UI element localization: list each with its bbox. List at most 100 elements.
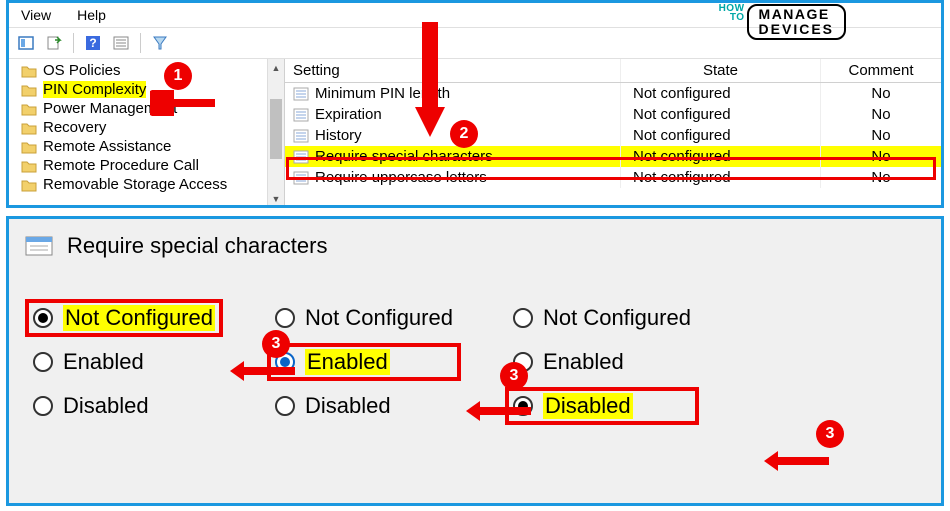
menu-view[interactable]: View — [17, 5, 55, 25]
dialog-title: Require special characters — [67, 233, 327, 259]
col-comment-header[interactable]: Comment — [821, 59, 941, 82]
logo-manage: MANAGE — [759, 7, 834, 22]
folder-icon — [21, 64, 37, 78]
highlight-box — [25, 299, 223, 337]
tree-item-recovery[interactable]: Recovery — [9, 118, 284, 137]
badge-1: 1 — [164, 62, 192, 90]
list-row[interactable]: Expiration Not configuredNo — [285, 104, 941, 125]
radio-icon — [33, 396, 53, 416]
radio-label: Disabled — [63, 393, 149, 419]
setting-comment: No — [821, 125, 941, 146]
arrow-3b — [466, 398, 536, 424]
radio-enabled[interactable]: Enabled — [275, 349, 453, 375]
radio-icon — [33, 352, 53, 372]
radio-disabled[interactable]: Disabled — [275, 393, 453, 419]
logo-devices: DEVICES — [759, 22, 834, 37]
tree-item-label: Removable Storage Access — [43, 176, 227, 193]
radio-disabled[interactable]: Disabled — [33, 393, 215, 419]
setting-comment: No — [821, 83, 941, 104]
folder-icon — [21, 140, 37, 154]
tree-scrollbar[interactable]: ▲ ▼ — [267, 59, 284, 207]
setting-comment: No — [821, 167, 941, 188]
tree-item-remote-procedure-call[interactable]: Remote Procedure Call — [9, 156, 284, 175]
arrow-1 — [150, 90, 220, 116]
radio-icon — [275, 308, 295, 328]
watermark-logo: HOW TO MANAGE DEVICES — [719, 4, 846, 40]
radio-label: Enabled — [543, 349, 624, 375]
policy-icon — [25, 234, 53, 258]
list-row[interactable]: History Not configuredNo — [285, 125, 941, 146]
setting-icon — [293, 129, 309, 143]
toolbar-props-icon[interactable] — [110, 32, 132, 54]
scroll-thumb[interactable] — [270, 99, 282, 159]
setting-name: History — [315, 127, 362, 144]
badge-3a: 3 — [262, 330, 290, 358]
tree-item-label: Remote Procedure Call — [43, 157, 199, 174]
radio-icon — [513, 308, 533, 328]
setting-state: Not configured — [621, 146, 821, 167]
radio-not-configured[interactable]: Not Configured — [33, 305, 215, 331]
logo-to: TO — [719, 13, 745, 22]
scroll-up-icon[interactable]: ▲ — [268, 59, 284, 76]
setting-name: Require uppercase letters — [315, 169, 487, 186]
tree-item-power-management[interactable]: Power Management — [9, 99, 284, 118]
list-row[interactable]: Require uppercase letters Not configuredN… — [285, 167, 941, 188]
badge-2: 2 — [450, 120, 478, 148]
arrow-3c — [764, 448, 834, 474]
radio-group: Not Configured Enabled Disabled — [33, 305, 215, 419]
radio-label: Not Configured — [305, 305, 453, 331]
setting-icon — [293, 108, 309, 122]
badge-3c: 3 — [816, 420, 844, 448]
folder-icon — [21, 102, 37, 116]
setting-state: Not configured — [621, 104, 821, 125]
setting-comment: No — [821, 146, 941, 167]
radio-icon — [275, 396, 295, 416]
radio-enabled[interactable]: Enabled — [33, 349, 215, 375]
setting-name: Expiration — [315, 106, 382, 123]
tree-item-label: OS Policies — [43, 62, 121, 79]
setting-icon — [293, 150, 309, 164]
arrow-3a — [230, 358, 300, 384]
nav-tree[interactable]: OS Policies PIN ComplexityPower Managemen… — [9, 59, 285, 207]
tree-item-remote-assistance[interactable]: Remote Assistance — [9, 137, 284, 156]
radio-not-configured[interactable]: Not Configured — [275, 305, 453, 331]
setting-state: Not configured — [621, 167, 821, 188]
setting-comment: No — [821, 104, 941, 125]
setting-state: Not configured — [621, 83, 821, 104]
tree-item-label: Remote Assistance — [43, 138, 171, 155]
radio-label: Not Configured — [543, 305, 691, 331]
arrow-2-down — [410, 22, 450, 142]
toolbar-back-icon[interactable] — [15, 32, 37, 54]
radio-label: Disabled — [305, 393, 391, 419]
setting-state: Not configured — [621, 125, 821, 146]
toolbar-filter-icon[interactable] — [149, 32, 171, 54]
tree-item-os-policies[interactable]: OS Policies — [9, 61, 284, 80]
col-state-header[interactable]: State — [621, 59, 821, 82]
tree-item-label: PIN Complexity — [43, 81, 146, 98]
badge-3b: 3 — [500, 362, 528, 390]
folder-icon — [21, 178, 37, 192]
settings-list: Setting State Comment Minimum PIN length… — [285, 59, 941, 207]
list-row[interactable]: Minimum PIN lengthNot configuredNo — [285, 83, 941, 104]
svg-text:?: ? — [89, 36, 96, 50]
radio-label: Enabled — [63, 349, 144, 375]
list-header: Setting State Comment — [285, 59, 941, 83]
radio-group: Not Configured Enabled Disabled — [275, 305, 453, 419]
col-setting-header[interactable]: Setting — [285, 59, 621, 82]
toolbar-help-icon[interactable]: ? — [82, 32, 104, 54]
scroll-down-icon[interactable]: ▼ — [268, 190, 284, 207]
setting-icon — [293, 171, 309, 185]
folder-icon — [21, 159, 37, 173]
radio-disabled[interactable]: Disabled — [513, 393, 691, 419]
setting-icon — [293, 87, 309, 101]
radio-group: Not Configured Enabled Disabled — [513, 305, 691, 419]
folder-icon — [21, 121, 37, 135]
list-row[interactable]: Require special charactersNot configured… — [285, 146, 941, 167]
radio-enabled[interactable]: Enabled — [513, 349, 691, 375]
tree-item-pin-complexity[interactable]: PIN Complexity — [9, 80, 284, 99]
toolbar-export-icon[interactable] — [43, 32, 65, 54]
tree-item-removable-storage-access[interactable]: Removable Storage Access — [9, 175, 284, 194]
menu-help[interactable]: Help — [73, 5, 110, 25]
radio-not-configured[interactable]: Not Configured — [513, 305, 691, 331]
tree-item-label: Recovery — [43, 119, 106, 136]
